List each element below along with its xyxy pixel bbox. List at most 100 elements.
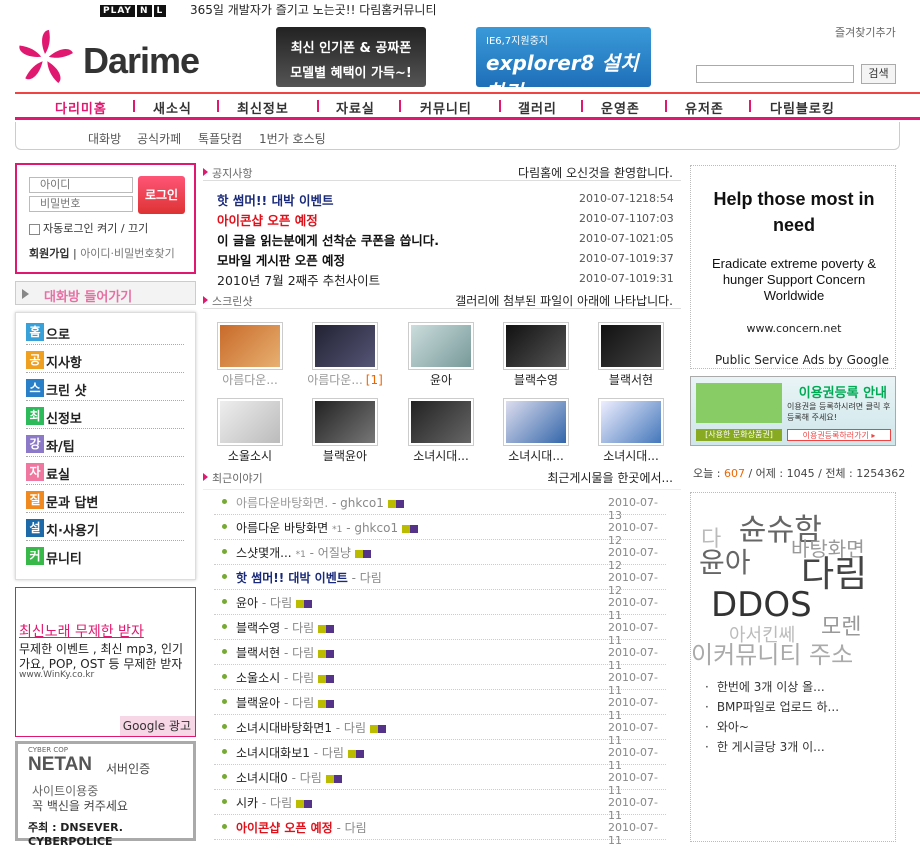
caption-text[interactable]: 블랙윤아 [323,449,367,463]
recent-item[interactable]: 소울소시 - 다림 [236,669,335,686]
recent-item-title[interactable]: 윤아 [236,596,258,610]
side-menu-item-community[interactable]: 커 뮤니티 [26,543,184,569]
recent-item-title[interactable]: 블랙수영 [236,621,280,635]
recent-item[interactable]: 소녀시대화보1 - 다림 [236,744,364,761]
notice-row[interactable]: 아이콘샵 오픈 예정 2010-07-11 07:03 [217,210,674,230]
screenshot-thumb[interactable] [598,322,664,370]
screenshot-caption[interactable]: 소녀시대... [396,447,486,464]
tag-list-item[interactable]: BMP파일로 업로드 하... [705,698,839,715]
tag-cloud-word[interactable]: DDOS [711,585,812,625]
side-menu-item-install[interactable]: 설 치·사용기 [26,515,184,541]
side-menu-item-tips[interactable]: 강 좌/팁 [26,431,184,457]
nav-item-home[interactable]: 다리미홈 [55,98,107,117]
screenshot-thumb[interactable] [217,322,283,370]
side-menu-item-home[interactable]: 홈 으로 [26,319,184,345]
notice-title[interactable]: 공지사항 [212,165,252,181]
notice-item-title[interactable]: 모바일 게시판 오픈 예정 [217,250,345,269]
recent-item-title[interactable]: 아름다운 바탕화면 [236,521,328,535]
screenshot-caption[interactable]: 블랙서현 [586,371,676,388]
screenshot-caption[interactable]: 블랙수영 [491,371,581,388]
recent-item-title[interactable]: 아름다운바탕화면. [236,496,328,510]
recent-item[interactable]: 핫 썸머!! 대박 이벤트 - 다림 [236,569,382,586]
screenshot-thumb[interactable] [598,398,664,446]
recent-item[interactable]: 블랙수영 - 다림 [236,619,335,636]
recent-item-title[interactable]: 시카 [236,796,258,810]
subnav-item-talkple[interactable]: 톡플닷컴 [198,130,242,147]
notice-row[interactable]: 이 글을 읽는분에게 선착순 쿠폰을 씁니다. 2010-07-10 21:05 [217,230,674,250]
psa-headline[interactable]: Help those most in need [691,186,897,238]
recent-row[interactable]: 아이콘샵 오픈 예정 - 다림 2010-07-11 [214,815,666,847]
recent-row[interactable]: 아름다운 바탕화면 *1 - ghkco1 2010-07-12 [214,515,666,547]
screenshot-thumb[interactable] [503,398,569,446]
google-psa-ad[interactable]: Help those most in need Eradicate extrem… [690,165,896,369]
recent-row[interactable]: 블랙윤아 - 다림 2010-07-11 [214,690,666,722]
psa-url[interactable]: www.concern.net [691,322,897,335]
recent-row[interactable]: 소울소시 - 다림 2010-07-11 [214,665,666,697]
recent-item[interactable]: 블랙서현 - 다림 [236,644,335,661]
screenshot-thumb[interactable] [408,398,474,446]
recent-item-title[interactable]: 소녀시대0 [236,771,288,785]
screenshot-thumb[interactable] [503,322,569,370]
nav-item-gallery[interactable]: 갤러리 [518,98,557,117]
notice-row[interactable]: 핫 썸머!! 대박 이벤트 2010-07-12 18:54 [217,190,674,210]
notice-item-title[interactable]: 이 글을 읽는분에게 선착순 쿠폰을 씁니다. [217,230,439,249]
recent-row[interactable]: 블랙수영 - 다림 2010-07-11 [214,615,666,647]
notice-item-title[interactable]: 아이콘샵 오픈 예정 [217,210,318,229]
google-ad-label[interactable]: Google 광고 [120,716,195,736]
tag-list-item[interactable]: 한번에 3개 이상 올... [705,678,825,695]
recent-item-title[interactable]: 소울소시 [236,671,280,685]
caption-text[interactable]: 블랙서현 [609,373,653,387]
caption-text[interactable]: 블랙수영 [514,373,558,387]
side-menu-item-latest[interactable]: 최 신정보 [26,403,184,429]
recent-item[interactable]: 소녀시대0 - 다림 [236,769,342,786]
caption-text[interactable]: 아름다운... [307,373,363,387]
caption-text[interactable]: 소녀시대... [413,449,469,463]
recent-item-title[interactable]: 스샷몇개... [236,546,292,560]
subnav-item-cafe[interactable]: 공식카페 [137,130,181,147]
recent-item-title[interactable]: 블랙윤아 [236,696,280,710]
nav-item-community[interactable]: 커뮤니티 [420,98,472,117]
google-text-ad[interactable]: 최신노래 무제한 받자 무제한 이벤트 , 최신 mp3, 인기가요, POP,… [15,587,196,737]
recent-row[interactable]: 소녀시대0 - 다림 2010-07-11 [214,765,666,797]
recent-item[interactable]: 소녀시대바탕화면1 - 다림 [236,719,387,736]
recent-item-title[interactable]: 소녀시대바탕화면1 [236,721,332,735]
notice-row[interactable]: 모바일 게시판 오픈 예정 2010-07-10 19:37 [217,250,674,270]
screenshot-thumb[interactable] [408,322,474,370]
recent-row[interactable]: 소녀시대바탕화면1 - 다림 2010-07-11 [214,715,666,747]
recent-row[interactable]: 윤아 - 다림 2010-07-11 [214,590,666,622]
ie8-banner[interactable]: IE6,7지원중지 explorer8 설치하기 [476,27,651,87]
chat-enter-button[interactable]: 대화방 들어가기 [15,281,196,305]
recent-item-title[interactable]: 블랙서현 [236,646,280,660]
recent-item[interactable]: 아름다운 바탕화면 *1 - ghkco1 [236,519,419,536]
bookmark-link[interactable]: 즐겨찾기추가 [835,24,896,40]
voucher-register-link[interactable]: 이용권등록하러가기 ▸ [787,429,891,441]
notice-item-title[interactable]: 2010년 7월 2째주 추천사이트 [217,270,380,289]
caption-text[interactable]: 아름다운... [222,373,278,387]
caption-text[interactable]: 소녀시대... [508,449,564,463]
subnav-item-chat[interactable]: 대화방 [88,130,121,147]
search-input[interactable] [696,65,854,83]
n-logo[interactable]: N [136,5,152,17]
recent-item-title[interactable]: 아이콘샵 오픈 예정 [236,821,333,835]
nav-item-ops[interactable]: 운영존 [601,98,640,117]
screenshot-caption[interactable]: 소녀시대... [491,447,581,464]
screenshot-caption[interactable]: 블랙윤아 [300,447,390,464]
screenshot-thumb[interactable] [312,322,378,370]
caption-text[interactable]: 소녀시대... [603,449,659,463]
recent-item-title[interactable]: 핫 썸머!! 대박 이벤트 [236,571,348,585]
caption-text[interactable]: 윤아 [430,373,452,387]
psa-label[interactable]: Public Service Ads by Google [715,353,889,367]
subnav-item-hosting[interactable]: 1번가 호스팅 [259,130,326,147]
nav-item-info[interactable]: 최신정보 [237,98,289,117]
recent-row[interactable]: 시카 - 다림 2010-07-11 [214,790,666,822]
recent-row[interactable]: 핫 썸머!! 대박 이벤트 - 다림 2010-07-12 [214,565,666,597]
phone-ad-banner[interactable]: 최신 인기폰 & 공짜폰 모델별 혜택이 가득~! [276,27,426,87]
tag-list-item[interactable]: 와아~ [705,718,749,735]
screenshot-caption[interactable]: 소녀시대... [586,447,676,464]
side-menu-item-screenshot[interactable]: 스 크린 샷 [26,375,184,401]
culture-voucher-banner[interactable]: 이용권등록 안내 이용권을 등록하시려면 클릭 후 등록해 주세요! [사용한 … [690,376,896,446]
screenshot-caption[interactable]: 아름다운... [1] [300,371,390,388]
screenshot-thumb[interactable] [217,398,283,446]
recent-item[interactable]: 아이콘샵 오픈 예정 - 다림 [236,819,367,836]
recent-row[interactable]: 소녀시대화보1 - 다림 2010-07-11 [214,740,666,772]
